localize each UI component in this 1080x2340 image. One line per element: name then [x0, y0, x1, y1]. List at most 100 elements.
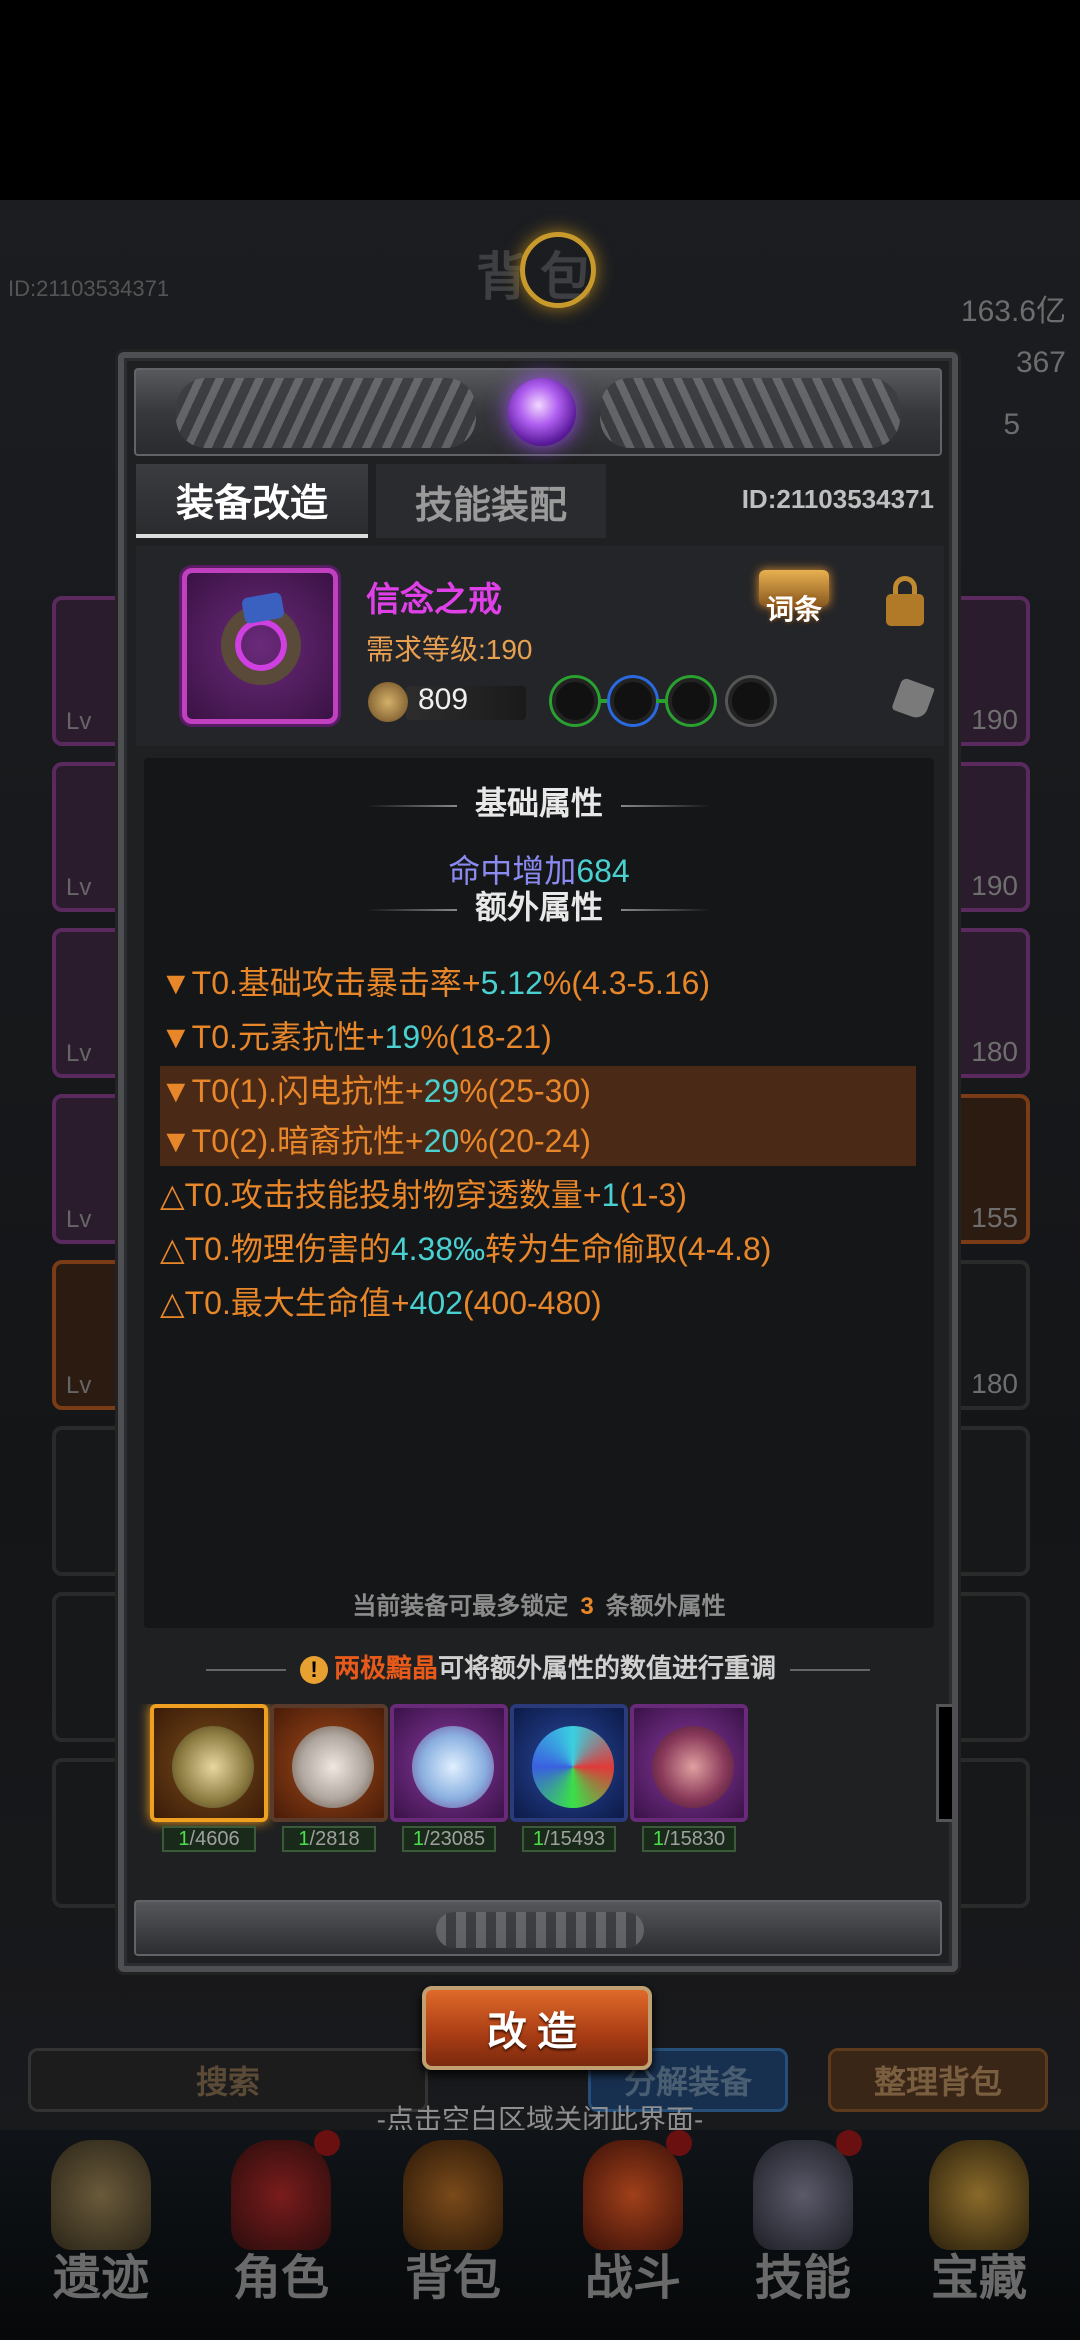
- material-list: 1/4606 1/2818 1/23085 1/15493 1/15830: [136, 1704, 952, 1854]
- affix-value: 4.38‰: [390, 1231, 486, 1267]
- material-crystal-shard[interactable]: 1/23085: [390, 1704, 508, 1854]
- material-total: /2818: [309, 1828, 360, 1850]
- chaos-orb-icon: [652, 1726, 734, 1808]
- material-total: /4606: [189, 1828, 240, 1850]
- item-info-panel: 信念之戒 需求等级:190 809 词条: [136, 546, 944, 746]
- equipment-reforge-dialog: 装备改造 技能装配 ID:21103534371 信念之戒 需求等级:190 8…: [118, 352, 958, 1972]
- lock-info-count: 3: [580, 1593, 594, 1620]
- affix-range: (1-3): [619, 1177, 687, 1213]
- material-count: 1/2818: [282, 1826, 376, 1852]
- affix-row-highlighted[interactable]: ▼T0(2).暗裔抗性+20%(20-24): [160, 1116, 916, 1166]
- slot-level: Lv: [66, 1372, 92, 1399]
- slot-level: Lv: [66, 1040, 92, 1067]
- nav-treasure[interactable]: 宝藏: [894, 2130, 1064, 2340]
- material-have: 1: [652, 1828, 664, 1850]
- material-count: 1/4606: [162, 1826, 256, 1852]
- title-deco: [366, 908, 457, 911]
- nav-label: 背包: [404, 2250, 501, 2306]
- character-icon: [231, 2140, 331, 2250]
- lock-info-text: 当前装备可最多锁定: [352, 1593, 569, 1620]
- dialog-footer: [134, 1900, 942, 1956]
- gauntlet-icon[interactable]: [891, 677, 935, 721]
- slot-level: 180: [971, 1036, 1018, 1067]
- affix-text: ▼T0(2).暗裔抗性+: [160, 1123, 424, 1159]
- material-frame: [150, 1704, 268, 1822]
- lock-icon[interactable]: [886, 576, 924, 626]
- affix-row[interactable]: ▼T0.元素抗性+19%(18-21): [160, 1012, 916, 1062]
- material-mask[interactable]: 1/2818: [270, 1704, 388, 1854]
- dialog-header: [134, 368, 942, 456]
- extra-attr-title-text: 额外属性: [474, 889, 603, 925]
- material-next-partial[interactable]: [936, 1704, 952, 1822]
- affix-text: ▼T0.基础攻击暴击率+: [160, 965, 481, 1001]
- purple-orb-icon: [508, 378, 576, 446]
- material-count: 1/23085: [402, 1826, 496, 1852]
- socket-blue[interactable]: [610, 678, 656, 724]
- socket-locked-icon[interactable]: [728, 678, 774, 724]
- material-frame: [510, 1704, 628, 1822]
- affix-text: △T0.攻击技能投射物穿透数量+: [160, 1177, 602, 1213]
- ice-crystal-icon: [412, 1726, 494, 1808]
- reforge-button[interactable]: 改造: [422, 1986, 652, 2070]
- theater-mask-icon: [292, 1726, 374, 1808]
- affix-row[interactable]: △T0.物理伤害的4.38‰转为生命偷取(4-4.8): [160, 1224, 916, 1274]
- tab-skill-equip[interactable]: 技能装配: [376, 464, 606, 538]
- socket-green[interactable]: [668, 678, 714, 724]
- attribute-panel: 基础属性 命中增加684 额外属性 ▼T0.基础攻击暴击率+5.12%(4.3-…: [144, 758, 934, 1628]
- material-chaos-orb[interactable]: 1/15830: [630, 1704, 748, 1854]
- ruins-icon: [51, 2140, 151, 2250]
- player-id: ID:21103534371: [8, 276, 170, 301]
- tab-equipment-reforge[interactable]: 装备改造: [136, 464, 368, 538]
- nav-bag[interactable]: 背包: [368, 2130, 538, 2340]
- affix-range: 转为生命偷取(4-4.8): [485, 1231, 772, 1267]
- nav-skills[interactable]: 技能: [718, 2130, 888, 2340]
- affix-value: 29: [423, 1073, 460, 1109]
- hint-deco: [205, 1669, 286, 1672]
- nav-battle[interactable]: 战斗: [548, 2130, 718, 2340]
- socket-green[interactable]: [552, 678, 598, 724]
- material-prism-stone[interactable]: 1/15493: [510, 1704, 628, 1854]
- slot-level: 180: [971, 1368, 1018, 1399]
- material-polar-crystal[interactable]: 1/4606: [150, 1704, 268, 1854]
- slot-level: 155: [971, 1202, 1018, 1233]
- material-total: /15830: [663, 1828, 726, 1850]
- base-attr-title-text: 基础属性: [474, 785, 603, 821]
- affix-row[interactable]: △T0.攻击技能投射物穿透数量+1(1-3): [160, 1170, 916, 1220]
- socket-link: [656, 699, 668, 703]
- lock-limit-info: 当前装备可最多锁定 3 条额外属性: [144, 1586, 934, 1621]
- affix-row[interactable]: ▼T0.基础攻击暴击率+5.12%(4.3-5.16): [160, 958, 916, 1008]
- material-have: 1: [412, 1828, 424, 1850]
- affix-value: 20: [423, 1123, 460, 1159]
- title-deco: [366, 804, 457, 807]
- slot-level: 190: [971, 870, 1018, 901]
- material-total: /23085: [423, 1828, 486, 1850]
- material-count: 1/15830: [642, 1826, 736, 1852]
- dialog-player-id: ID:21103534371: [741, 484, 934, 514]
- affix-range: %(20-24): [459, 1123, 591, 1159]
- affix-row-highlighted[interactable]: ▼T0(1).闪电抗性+29%(25-30): [160, 1066, 916, 1116]
- resource-amount-2: 367: [1015, 346, 1066, 379]
- affix-button[interactable]: 词条: [750, 570, 838, 634]
- affix-value: 1: [601, 1177, 620, 1213]
- treasure-icon: [929, 2140, 1029, 2250]
- nav-label: 战斗: [584, 2250, 681, 2306]
- affix-row[interactable]: △T0.最大生命值+402(400-480): [160, 1278, 916, 1328]
- nav-label: 遗迹: [52, 2250, 149, 2306]
- item-power: 809: [418, 683, 469, 716]
- prism-stone-icon: [532, 1726, 614, 1808]
- slot-level: 190: [971, 704, 1018, 735]
- ring-item-icon[interactable]: [182, 568, 338, 724]
- material-frame: [390, 1704, 508, 1822]
- base-attr-title: 基础属性: [144, 778, 934, 824]
- nav-ruins[interactable]: 遗迹: [16, 2130, 186, 2340]
- nav-character[interactable]: 角色: [196, 2130, 366, 2340]
- material-frame: [630, 1704, 748, 1822]
- bag-icon: [403, 2140, 503, 2250]
- nav-label: 技能: [754, 2250, 851, 2306]
- skill-book-icon: [753, 2140, 853, 2250]
- yin-yang-crystal-icon: [172, 1726, 254, 1808]
- nav-label: 宝藏: [930, 2250, 1027, 2306]
- bottom-nav: 遗迹 角色 背包 战斗 技能 宝藏: [0, 2130, 1080, 2340]
- socket-link: [598, 699, 610, 703]
- material-have: 1: [532, 1828, 544, 1850]
